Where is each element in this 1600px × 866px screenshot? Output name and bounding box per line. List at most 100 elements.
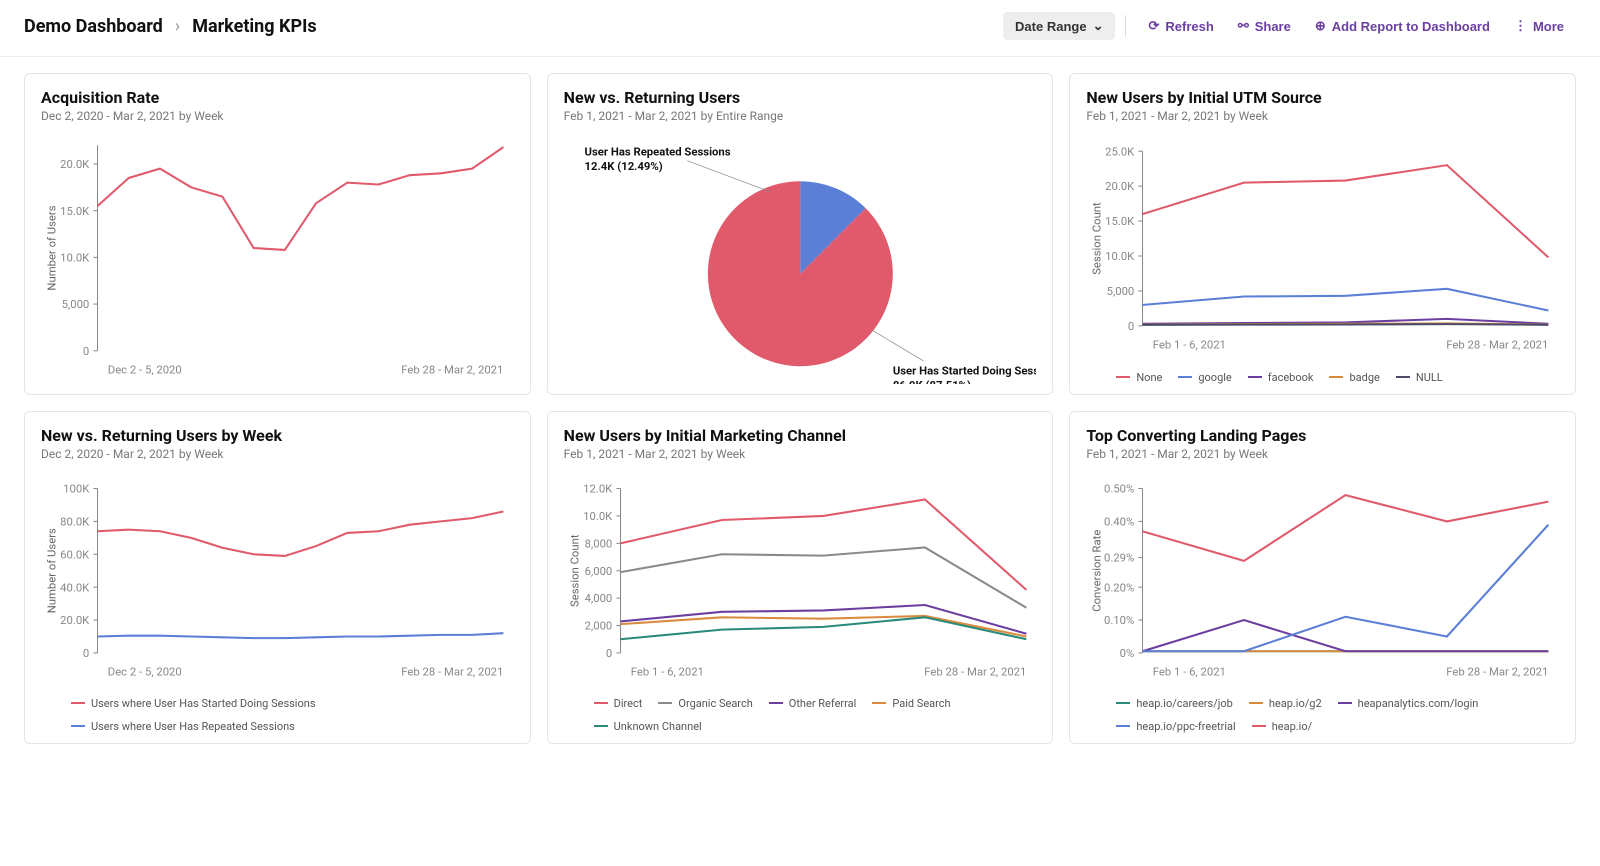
- legend-label: NULL: [1416, 371, 1443, 384]
- svg-text:Conversion Rate: Conversion Rate: [1091, 529, 1104, 611]
- card-title: Top Converting Landing Pages: [1086, 426, 1559, 445]
- svg-text:0: 0: [606, 647, 612, 660]
- svg-text:100K: 100K: [63, 482, 90, 495]
- svg-text:12.4K (12.49%): 12.4K (12.49%): [584, 160, 662, 173]
- svg-text:0.10%: 0.10%: [1104, 614, 1134, 627]
- chart-nvrw: 020.0K40.0K60.0K80.0K100KDec 2 - 5, 2020…: [41, 471, 514, 691]
- card-landing-pages[interactable]: Top Converting Landing Pages Feb 1, 2021…: [1069, 411, 1576, 744]
- legend-item[interactable]: NULL: [1396, 371, 1443, 384]
- date-range-label: Date Range: [1015, 19, 1087, 34]
- card-title: New vs. Returning Users by Week: [41, 426, 514, 445]
- svg-text:15.0K: 15.0K: [60, 205, 90, 218]
- svg-text:4,000: 4,000: [584, 592, 612, 605]
- card-title: New vs. Returning Users: [564, 88, 1037, 107]
- svg-text:Session Count: Session Count: [1091, 202, 1104, 275]
- chart-channel: 02,0004,0006,0008,00010.0K12.0KFeb 1 - 6…: [564, 471, 1037, 691]
- svg-text:User Has Repeated Sessions: User Has Repeated Sessions: [584, 146, 730, 159]
- refresh-label: Refresh: [1165, 19, 1213, 34]
- legend-label: Other Referral: [789, 697, 857, 710]
- legend-item[interactable]: heap.io/g2: [1249, 697, 1322, 710]
- legend-item[interactable]: Other Referral: [769, 697, 857, 710]
- legend-label: Direct: [614, 697, 643, 710]
- card-title: New Users by Initial Marketing Channel: [564, 426, 1037, 445]
- legend-item[interactable]: heapanalytics.com/login: [1338, 697, 1479, 710]
- chart-landing: 0%0.10%0.20%0.29%0.40%0.50%Feb 1 - 6, 20…: [1086, 471, 1559, 691]
- legend-item[interactable]: heap.io/ppc-freetrial: [1116, 720, 1235, 733]
- svg-text:Feb 28 - Mar 2, 2021: Feb 28 - Mar 2, 2021: [1447, 665, 1549, 678]
- svg-text:0.29%: 0.29%: [1104, 551, 1134, 564]
- svg-text:2,000: 2,000: [584, 619, 612, 632]
- card-new-vs-returning[interactable]: New vs. Returning Users Feb 1, 2021 - Ma…: [547, 73, 1054, 395]
- svg-text:Feb 28 - Mar 2, 2021: Feb 28 - Mar 2, 2021: [924, 665, 1026, 678]
- legend-label: heap.io/: [1272, 720, 1312, 733]
- legend-item[interactable]: None: [1116, 371, 1162, 384]
- svg-text:60.0K: 60.0K: [60, 548, 90, 561]
- legend-label: Users where User Has Started Doing Sessi…: [91, 697, 316, 710]
- breadcrumb-root[interactable]: Demo Dashboard: [24, 16, 163, 37]
- legend-label: None: [1136, 371, 1162, 384]
- svg-text:12.0K: 12.0K: [583, 482, 613, 495]
- more-button[interactable]: ⋮ More: [1502, 12, 1576, 40]
- svg-text:6,000: 6,000: [584, 564, 612, 577]
- svg-text:86.9K (87.51%): 86.9K (87.51%): [892, 379, 970, 384]
- chart-acquisition-rate: 05,00010.0K15.0K20.0KDec 2 - 5, 2020Feb …: [41, 133, 514, 384]
- chart-utm-source: 05,00010.0K15.0K20.0K25.0KFeb 1 - 6, 202…: [1086, 133, 1559, 365]
- legend-item[interactable]: Paid Search: [872, 697, 950, 710]
- svg-text:Session Count: Session Count: [568, 534, 581, 607]
- svg-text:10.0K: 10.0K: [1105, 250, 1135, 263]
- card-subtitle: Feb 1, 2021 - Mar 2, 2021 by Entire Rang…: [564, 109, 1037, 123]
- svg-text:5,000: 5,000: [1107, 285, 1135, 298]
- plus-circle-icon: ⊕: [1315, 18, 1326, 34]
- svg-text:0%: 0%: [1120, 647, 1135, 660]
- share-icon: ⚯: [1238, 18, 1249, 34]
- svg-text:Feb 1 - 6, 2021: Feb 1 - 6, 2021: [630, 665, 703, 678]
- card-acquisition-rate[interactable]: Acquisition Rate Dec 2, 2020 - Mar 2, 20…: [24, 73, 531, 395]
- share-button[interactable]: ⚯ Share: [1226, 12, 1303, 40]
- svg-text:25.0K: 25.0K: [1105, 145, 1135, 158]
- svg-text:Feb 28 - Mar 2, 2021: Feb 28 - Mar 2, 2021: [1447, 338, 1549, 351]
- card-marketing-channel[interactable]: New Users by Initial Marketing Channel F…: [547, 411, 1054, 744]
- card-subtitle: Feb 1, 2021 - Mar 2, 2021 by Week: [1086, 447, 1559, 461]
- legend-item[interactable]: google: [1178, 371, 1231, 384]
- svg-text:Feb 1 - 6, 2021: Feb 1 - 6, 2021: [1153, 665, 1226, 678]
- svg-text:Feb 28 - Mar 2, 2021: Feb 28 - Mar 2, 2021: [401, 363, 503, 376]
- card-utm-source[interactable]: New Users by Initial UTM Source Feb 1, 2…: [1069, 73, 1576, 395]
- add-report-button[interactable]: ⊕ Add Report to Dashboard: [1303, 12, 1502, 40]
- chart-new-vs-returning: User Has Repeated Sessions12.4K (12.49%)…: [564, 133, 1037, 384]
- date-range-button[interactable]: Date Range ⌄: [1003, 12, 1115, 40]
- legend-item[interactable]: Users where User Has Repeated Sessions: [71, 720, 295, 733]
- legend-label: heap.io/g2: [1269, 697, 1322, 710]
- svg-text:User Has Started Doing Sess…: User Has Started Doing Sess…: [892, 364, 1036, 377]
- svg-text:Dec 2 - 5, 2020: Dec 2 - 5, 2020: [108, 363, 182, 376]
- more-label: More: [1533, 19, 1564, 34]
- svg-text:10.0K: 10.0K: [583, 510, 613, 523]
- card-new-vs-returning-week[interactable]: New vs. Returning Users by Week Dec 2, 2…: [24, 411, 531, 744]
- svg-text:Feb 1 - 6, 2021: Feb 1 - 6, 2021: [1153, 338, 1226, 351]
- legend-item[interactable]: Unknown Channel: [594, 720, 702, 733]
- card-subtitle: Dec 2, 2020 - Mar 2, 2021 by Week: [41, 109, 514, 123]
- legend-label: heap.io/careers/job: [1136, 697, 1233, 710]
- legend-item[interactable]: facebook: [1248, 371, 1314, 384]
- svg-text:0.40%: 0.40%: [1104, 515, 1134, 528]
- svg-text:Feb 28 - Mar 2, 2021: Feb 28 - Mar 2, 2021: [401, 665, 503, 678]
- legend-label: Organic Search: [678, 697, 752, 710]
- dashboard-grid: Acquisition Rate Dec 2, 2020 - Mar 2, 20…: [0, 57, 1600, 760]
- legend-item[interactable]: Users where User Has Started Doing Sessi…: [71, 697, 316, 710]
- svg-text:0: 0: [1128, 320, 1134, 333]
- legend-item[interactable]: heap.io/: [1252, 720, 1312, 733]
- topbar: Demo Dashboard › Marketing KPIs Date Ran…: [0, 0, 1600, 57]
- breadcrumb-page: Marketing KPIs: [192, 16, 316, 37]
- breadcrumb: Demo Dashboard › Marketing KPIs: [24, 16, 317, 37]
- card-subtitle: Feb 1, 2021 - Mar 2, 2021 by Week: [564, 447, 1037, 461]
- legend-label: badge: [1349, 371, 1379, 384]
- refresh-icon: ⟳: [1148, 18, 1159, 34]
- card-subtitle: Feb 1, 2021 - Mar 2, 2021 by Week: [1086, 109, 1559, 123]
- svg-text:Number of Users: Number of Users: [45, 528, 58, 613]
- legend-item[interactable]: badge: [1329, 371, 1379, 384]
- refresh-button[interactable]: ⟳ Refresh: [1136, 12, 1225, 40]
- svg-text:0: 0: [83, 647, 89, 660]
- legend-label: heapanalytics.com/login: [1358, 697, 1479, 710]
- legend-item[interactable]: Organic Search: [658, 697, 752, 710]
- legend-item[interactable]: Direct: [594, 697, 643, 710]
- legend-item[interactable]: heap.io/careers/job: [1116, 697, 1233, 710]
